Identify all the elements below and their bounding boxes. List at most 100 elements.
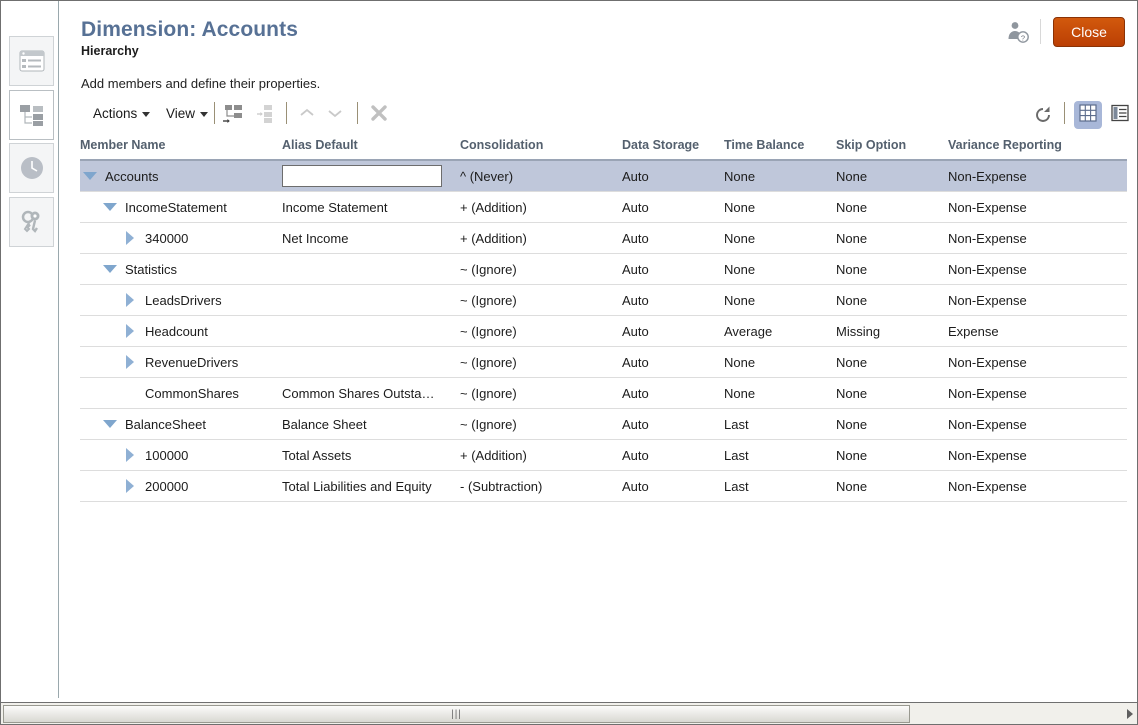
column-header-variance-reporting[interactable]: Variance Reporting	[948, 138, 1127, 161]
cell-alias-default[interactable]	[282, 253, 460, 285]
cell-skip-option[interactable]: None	[836, 408, 948, 440]
cell-variance-reporting[interactable]: Non-Expense	[948, 439, 1127, 471]
cell-skip-option[interactable]: None	[836, 160, 948, 192]
cell-data-storage[interactable]: Auto	[622, 439, 724, 471]
cell-alias-default[interactable]: Balance Sheet	[282, 408, 460, 440]
table-row[interactable]: 340000 Net Income + (Addition) Auto None None…	[80, 222, 1127, 254]
table-row[interactable]: Headcount ~ (Ignore) Auto Average Missing Exp…	[80, 315, 1127, 347]
table-row[interactable]: 100000 Total Assets + (Addition) Auto Last No…	[80, 439, 1127, 471]
cell-variance-reporting[interactable]: Non-Expense	[948, 253, 1127, 285]
cell-alias-default[interactable]	[282, 315, 460, 347]
table-row[interactable]: CommonShares Common Shares Outsta… ~ (Igno…	[80, 377, 1127, 409]
table-row[interactable]: Statistics ~ (Ignore) Auto None None Non-Expe…	[80, 253, 1127, 285]
cell-time-balance[interactable]: Last	[724, 408, 836, 440]
rail-item-clock[interactable]	[9, 143, 54, 193]
cell-time-balance[interactable]: None	[724, 222, 836, 254]
column-header-skip-option[interactable]: Skip Option	[836, 138, 948, 161]
cell-consolidation[interactable]: ~ (Ignore)	[460, 408, 622, 440]
cell-consolidation[interactable]: ~ (Ignore)	[460, 315, 622, 347]
cell-skip-option[interactable]: None	[836, 222, 948, 254]
add-child-button[interactable]	[223, 104, 245, 124]
cell-skip-option[interactable]: None	[836, 470, 948, 502]
cell-alias-default[interactable]: Net Income	[282, 222, 460, 254]
column-header-consolidation[interactable]: Consolidation	[460, 138, 622, 161]
cell-consolidation[interactable]: ~ (Ignore)	[460, 377, 622, 409]
close-button[interactable]: Close	[1053, 17, 1125, 47]
column-header-data-storage[interactable]: Data Storage	[622, 138, 724, 161]
cell-time-balance[interactable]: None	[724, 191, 836, 223]
tree-toggle-expanded-icon[interactable]	[100, 409, 120, 439]
cell-variance-reporting[interactable]: Non-Expense	[948, 284, 1127, 316]
column-header-member-name[interactable]: Member Name	[80, 138, 282, 161]
cell-alias-default[interactable]: Income Statement	[282, 191, 460, 223]
cell-time-balance[interactable]: None	[724, 253, 836, 285]
refresh-button[interactable]	[1033, 105, 1053, 130]
cell-data-storage[interactable]: Auto	[622, 160, 724, 192]
horizontal-scrollbar[interactable]: |||	[1, 702, 1137, 724]
view-menu[interactable]: View	[163, 104, 211, 123]
tree-toggle-collapsed-icon[interactable]	[120, 440, 140, 470]
grid-view-button[interactable]	[1074, 101, 1102, 129]
tree-toggle-expanded-icon[interactable]	[100, 192, 120, 222]
rail-item-form-list[interactable]	[9, 36, 54, 86]
cell-time-balance[interactable]: None	[724, 377, 836, 409]
table-row[interactable]: 200000 Total Liabilities and Equity - (Sub…	[80, 470, 1127, 502]
cell-variance-reporting[interactable]: Non-Expense	[948, 408, 1127, 440]
table-row[interactable]: IncomeStatement Income Statement + (Additi…	[80, 191, 1127, 223]
cell-time-balance[interactable]: Last	[724, 470, 836, 502]
cell-variance-reporting[interactable]: Non-Expense	[948, 222, 1127, 254]
cell-variance-reporting[interactable]: Expense	[948, 315, 1127, 347]
actions-menu[interactable]: Actions	[90, 104, 153, 123]
detail-view-button[interactable]	[1106, 101, 1134, 129]
cell-data-storage[interactable]: Auto	[622, 222, 724, 254]
cell-alias-default[interactable]	[282, 284, 460, 316]
cell-data-storage[interactable]: Auto	[622, 408, 724, 440]
tree-toggle-expanded-icon[interactable]	[100, 254, 120, 284]
cell-skip-option[interactable]: None	[836, 191, 948, 223]
cell-alias-default[interactable]: Total Liabilities and Equity	[282, 470, 460, 502]
cell-skip-option[interactable]: None	[836, 253, 948, 285]
cell-variance-reporting[interactable]: Non-Expense	[948, 470, 1127, 502]
cell-time-balance[interactable]: Average	[724, 315, 836, 347]
table-row[interactable]: Accounts ^ (Never) Auto None None Non-Expense	[80, 160, 1127, 192]
cell-consolidation[interactable]: ~ (Ignore)	[460, 253, 622, 285]
cell-data-storage[interactable]: Auto	[622, 470, 724, 502]
cell-alias-default[interactable]	[282, 346, 460, 378]
move-up-button[interactable]	[298, 106, 320, 126]
cell-variance-reporting[interactable]: Non-Expense	[948, 160, 1127, 192]
cell-alias-default[interactable]	[282, 160, 460, 192]
alias-default-input[interactable]	[282, 165, 442, 187]
table-row[interactable]: LeadsDrivers ~ (Ignore) Auto None None Non-Ex…	[80, 284, 1127, 316]
cell-skip-option[interactable]: None	[836, 439, 948, 471]
horizontal-scrollbar-thumb[interactable]: |||	[3, 705, 910, 723]
cell-skip-option[interactable]: None	[836, 377, 948, 409]
tree-toggle-collapsed-icon[interactable]	[120, 471, 140, 501]
cell-data-storage[interactable]: Auto	[622, 315, 724, 347]
rail-item-dimension-hierarchy[interactable]	[9, 90, 54, 140]
cell-data-storage[interactable]: Auto	[622, 191, 724, 223]
cell-consolidation[interactable]: - (Subtraction)	[460, 470, 622, 502]
add-sibling-button[interactable]	[256, 104, 278, 124]
column-header-alias-default[interactable]: Alias Default	[282, 138, 460, 161]
cell-consolidation[interactable]: + (Addition)	[460, 191, 622, 223]
tree-toggle-collapsed-icon[interactable]	[120, 223, 140, 253]
cell-data-storage[interactable]: Auto	[622, 284, 724, 316]
cell-alias-default[interactable]: Total Assets	[282, 439, 460, 471]
cell-data-storage[interactable]: Auto	[622, 253, 724, 285]
tree-toggle-expanded-icon[interactable]	[80, 161, 100, 191]
move-down-button[interactable]	[326, 106, 348, 126]
cell-consolidation[interactable]: ^ (Never)	[460, 160, 622, 192]
table-row[interactable]: RevenueDrivers ~ (Ignore) Auto None None Non-…	[80, 346, 1127, 378]
cell-time-balance[interactable]: None	[724, 160, 836, 192]
cell-consolidation[interactable]: + (Addition)	[460, 439, 622, 471]
cell-skip-option[interactable]: None	[836, 284, 948, 316]
tree-toggle-collapsed-icon[interactable]	[120, 347, 140, 377]
cell-consolidation[interactable]: ~ (Ignore)	[460, 346, 622, 378]
cell-consolidation[interactable]: ~ (Ignore)	[460, 284, 622, 316]
user-help-icon[interactable]: ?	[1006, 20, 1030, 44]
cell-time-balance[interactable]: None	[724, 346, 836, 378]
tree-toggle-collapsed-icon[interactable]	[120, 316, 140, 346]
cell-skip-option[interactable]: Missing	[836, 315, 948, 347]
cell-variance-reporting[interactable]: Non-Expense	[948, 191, 1127, 223]
cell-data-storage[interactable]: Auto	[622, 346, 724, 378]
